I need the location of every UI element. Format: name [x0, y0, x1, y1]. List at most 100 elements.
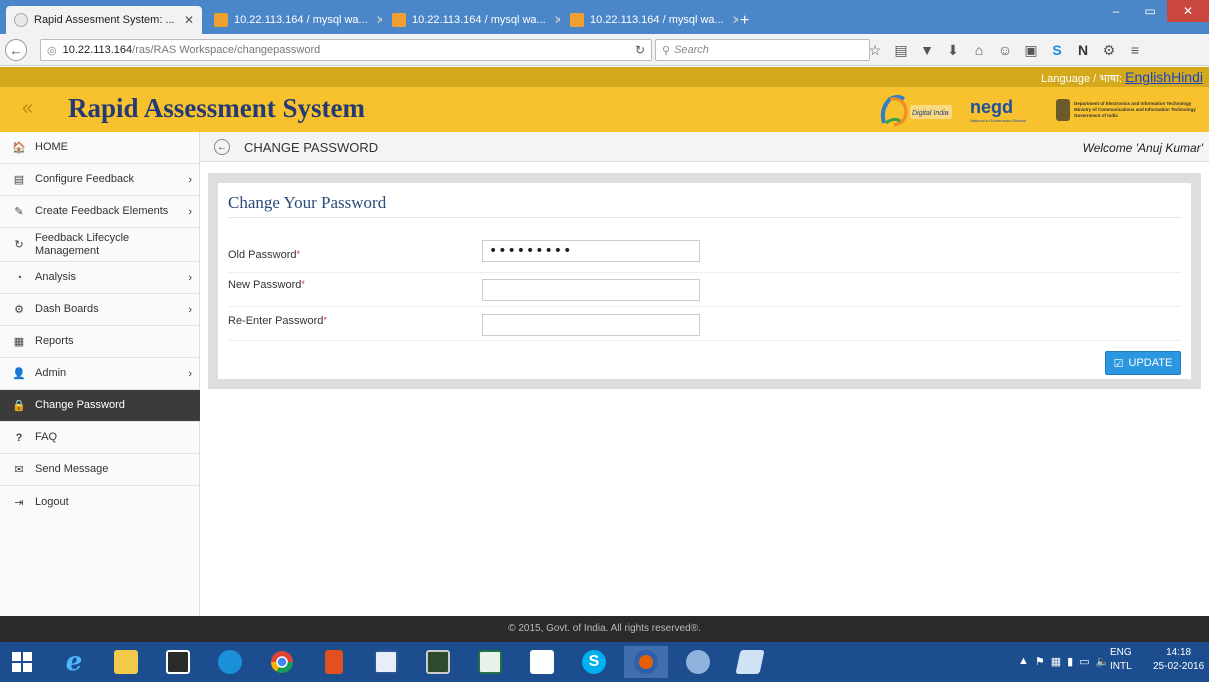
sidebar-item-label: Create Feedback Elements — [35, 205, 169, 217]
browser-tab[interactable]: 10.22.113.164 / mysql wa... ✕ — [384, 6, 560, 34]
notes-icon[interactable] — [728, 646, 772, 678]
sidebar-item-home[interactable]: 🏠 HOME — [0, 132, 200, 164]
sidebar-item-label: FAQ — [35, 431, 58, 443]
deity-line3: Government of India — [1074, 113, 1118, 118]
sidebar-item-label: Reports — [35, 335, 74, 347]
sidebar-item-send-message[interactable]: ✉ Send Message — [0, 454, 200, 486]
question-icon: ? — [15, 431, 23, 444]
browser-tab-bar: Rapid Assesment System: ... ✕ 10.22.113.… — [0, 0, 1209, 34]
internet-explorer-icon[interactable]: e — [52, 646, 96, 678]
back-arrow-icon[interactable]: ← — [214, 139, 230, 155]
screenshot-icon[interactable]: ▣ — [1021, 41, 1041, 59]
sidebar-item-label: Change Password — [35, 399, 125, 411]
excel-icon[interactable] — [468, 646, 512, 678]
url-path: /ras/RAS Workspace/changepassword — [132, 44, 321, 56]
chevron-right-icon: › — [188, 303, 192, 316]
search-placeholder: Search — [674, 44, 709, 56]
sidebar-item-admin[interactable]: 👤 Admin › — [0, 358, 200, 390]
language-links[interactable]: EnglishHindi — [1125, 69, 1203, 85]
tab-close-icon[interactable]: ✕ — [176, 13, 194, 27]
office-icon[interactable] — [312, 646, 356, 678]
keyboard-icon[interactable]: ▭ — [1079, 655, 1089, 668]
address-bar[interactable]: ◎ 10.22.113.164/ras/RAS Workspace/change… — [40, 39, 652, 61]
sidebar-item-create-feedback-elements[interactable]: ✎ Create Feedback Elements › — [0, 196, 200, 228]
language-indicator[interactable]: ENG INTL — [1110, 646, 1132, 674]
sidebar-item-faq[interactable]: ? FAQ — [0, 422, 200, 454]
sidebar-item-configure-feedback[interactable]: ▤ Configure Feedback › — [0, 164, 200, 196]
negd-text: negd — [970, 97, 1013, 117]
home-icon[interactable]: ⌂ — [969, 41, 989, 59]
tab-close-icon[interactable]: ✕ — [368, 13, 382, 27]
app-header: « Rapid Assessment System Digital India … — [0, 87, 1209, 132]
search-input[interactable]: ⚲ Search — [655, 39, 870, 61]
app-icon-blue[interactable] — [208, 646, 252, 678]
user-icon: 👤 — [12, 368, 26, 380]
download-icon[interactable]: ⬇ — [943, 41, 963, 59]
old-password-field[interactable]: ••••••••• — [482, 240, 700, 262]
reenter-password-field[interactable] — [482, 314, 700, 336]
file-explorer-icon[interactable] — [104, 646, 148, 678]
report-icon: ▦ — [13, 336, 25, 348]
tray-expand-icon[interactable]: ▲ — [1018, 655, 1029, 668]
required-mark: * — [301, 279, 305, 289]
pocket-icon[interactable]: ▼ — [917, 41, 937, 59]
browser-tab[interactable]: 10.22.113.164 / mysql wa... ✕ — [206, 6, 382, 34]
close-window-icon[interactable]: ✕ — [1167, 0, 1209, 22]
browser-tab-active[interactable]: Rapid Assesment System: ... ✕ — [6, 6, 202, 34]
tab-label: Rapid Assesment System: ... — [34, 14, 175, 26]
reading-list-icon[interactable]: ▤ — [891, 41, 911, 59]
required-mark: * — [323, 315, 327, 325]
browser-toolbar: ☆ ▤ ▼ ⬇ ⌂ ☺ ▣ S N ⚙ ≡ — [865, 41, 1145, 59]
clock[interactable]: 14:18 25-02-2016 — [1153, 646, 1204, 674]
update-button[interactable]: ☑ UPDATE — [1105, 351, 1181, 375]
old-password-row: Old Password* ••••••••• — [228, 239, 1181, 273]
sidebar-item-logout[interactable]: ⇥ Logout — [0, 486, 200, 518]
reload-icon[interactable]: ↻ — [635, 43, 645, 57]
reenter-password-row: Re-Enter Password* — [228, 307, 1181, 341]
store-icon[interactable] — [156, 646, 200, 678]
sidebar-item-dash-boards[interactable]: ⚙ Dash Boards › — [0, 294, 200, 326]
app-grid-icon[interactable] — [520, 646, 564, 678]
check-square-icon: ☑ — [1113, 357, 1124, 370]
envelope-icon: ✉ — [14, 464, 24, 476]
network-icon[interactable]: ▦ — [1051, 655, 1061, 668]
new-tab-button[interactable]: + — [740, 12, 749, 30]
window-controls: – ▭ ✕ — [1099, 0, 1209, 22]
deity-line1: Department of Electronics and Informatio… — [1074, 101, 1192, 106]
paint-icon[interactable] — [676, 646, 720, 678]
phpmyadmin-icon — [392, 13, 406, 27]
clock-date: 25-02-2016 — [1153, 661, 1205, 672]
word-icon[interactable] — [364, 646, 408, 678]
addon-icon[interactable]: ⚙ — [1099, 41, 1119, 59]
sidebar-item-label: Admin — [35, 367, 67, 379]
tab-close-icon[interactable]: ✕ — [724, 13, 738, 27]
chrome-icon[interactable] — [260, 646, 304, 678]
menu-icon[interactable]: ≡ — [1125, 41, 1145, 59]
sidebar-item-analysis[interactable]: ◔ Analysis › — [0, 262, 200, 294]
maximize-icon[interactable]: ▭ — [1133, 0, 1167, 22]
tab-close-icon[interactable]: ✕ — [546, 13, 560, 27]
firefox-icon[interactable] — [624, 646, 668, 678]
onenote-icon[interactable]: N — [1073, 41, 1093, 59]
browser-tab[interactable]: 10.22.113.164 / mysql wa... ✕ — [562, 6, 738, 34]
collapse-sidebar-icon[interactable]: « — [22, 97, 33, 120]
volume-icon[interactable]: 🔈 — [1096, 655, 1110, 668]
page-title: CHANGE PASSWORD — [244, 140, 379, 155]
windows-taskbar: e S ▲ ⚑ ▦ ▮ ▭ 🔈 ENG INTL 14:18 25-02-201… — [0, 642, 1209, 682]
skype-icon[interactable]: S — [572, 646, 616, 678]
digital-india-text: Digital India — [912, 110, 949, 117]
back-arrow-icon[interactable]: ← — [5, 39, 27, 61]
new-password-field[interactable] — [482, 279, 700, 301]
tab-label: 10.22.113.164 / mysql wa... — [234, 14, 368, 26]
battery-icon[interactable]: ▮ — [1067, 655, 1073, 668]
sidebar-item-reports[interactable]: ▦ Reports — [0, 326, 200, 358]
skype-icon[interactable]: S — [1047, 41, 1067, 59]
windows-start-icon[interactable] — [0, 646, 44, 678]
flag-icon[interactable]: ⚑ — [1035, 655, 1045, 668]
chat-icon[interactable]: ☺ — [995, 41, 1015, 59]
minimize-icon[interactable]: – — [1099, 0, 1133, 22]
terminal-icon[interactable] — [416, 646, 460, 678]
sidebar-item-feedback-lifecycle[interactable]: ↻ Feedback Lifecycle Management — [0, 228, 200, 262]
bookmark-star-icon[interactable]: ☆ — [865, 41, 885, 59]
sidebar-item-change-password[interactable]: 🔒 Change Password — [0, 390, 200, 422]
